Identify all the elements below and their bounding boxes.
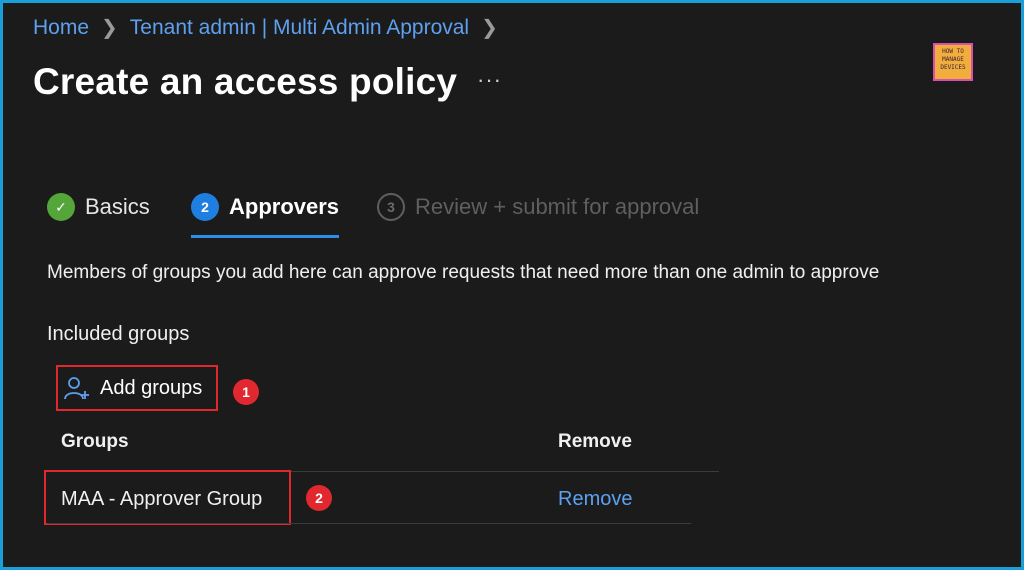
table-divider: [47, 523, 691, 524]
add-groups-button[interactable]: Add groups: [56, 365, 218, 411]
column-header-remove: Remove: [558, 431, 632, 452]
group-name-cell: MAA - Approver Group: [61, 488, 263, 510]
tab-label: Review + submit for approval: [415, 194, 700, 219]
tab-label: Basics: [85, 194, 150, 219]
step-number-icon: 2: [191, 193, 219, 221]
add-groups-label: Add groups: [100, 376, 203, 399]
breadcrumb-tenant-admin[interactable]: Tenant admin | Multi Admin Approval: [130, 16, 469, 40]
breadcrumb: Home ❯ Tenant admin | Multi Admin Approv…: [33, 15, 498, 40]
tab-label: Approvers: [229, 194, 340, 219]
remove-link[interactable]: Remove: [558, 488, 632, 511]
add-user-icon: [64, 377, 89, 400]
checkmark-icon: ✓: [47, 193, 75, 221]
included-groups-heading: Included groups: [47, 323, 190, 345]
section-description: Members of groups you add here can appro…: [47, 262, 880, 283]
tab-review-submit[interactable]: 3 Review + submit for approval: [377, 193, 699, 221]
chevron-right-icon: ❯: [481, 17, 498, 39]
chevron-right-icon: ❯: [101, 17, 118, 39]
brand-logo: HOW TO MANAGE DEVICES: [933, 43, 973, 81]
tab-approvers[interactable]: 2 Approvers: [191, 193, 339, 221]
app-window: Home ❯ Tenant admin | Multi Admin Approv…: [0, 0, 1024, 570]
tab-basics[interactable]: ✓ Basics: [47, 193, 150, 221]
annotation-badge: 1: [233, 379, 259, 405]
more-options-icon[interactable]: ···: [477, 67, 502, 93]
annotation-badge: 2: [306, 485, 332, 511]
breadcrumb-home[interactable]: Home: [33, 16, 89, 40]
page-title: Create an access policy: [33, 61, 458, 102]
step-number-icon: 3: [377, 193, 405, 221]
active-tab-indicator: [191, 235, 339, 238]
column-header-groups: Groups: [61, 431, 129, 452]
